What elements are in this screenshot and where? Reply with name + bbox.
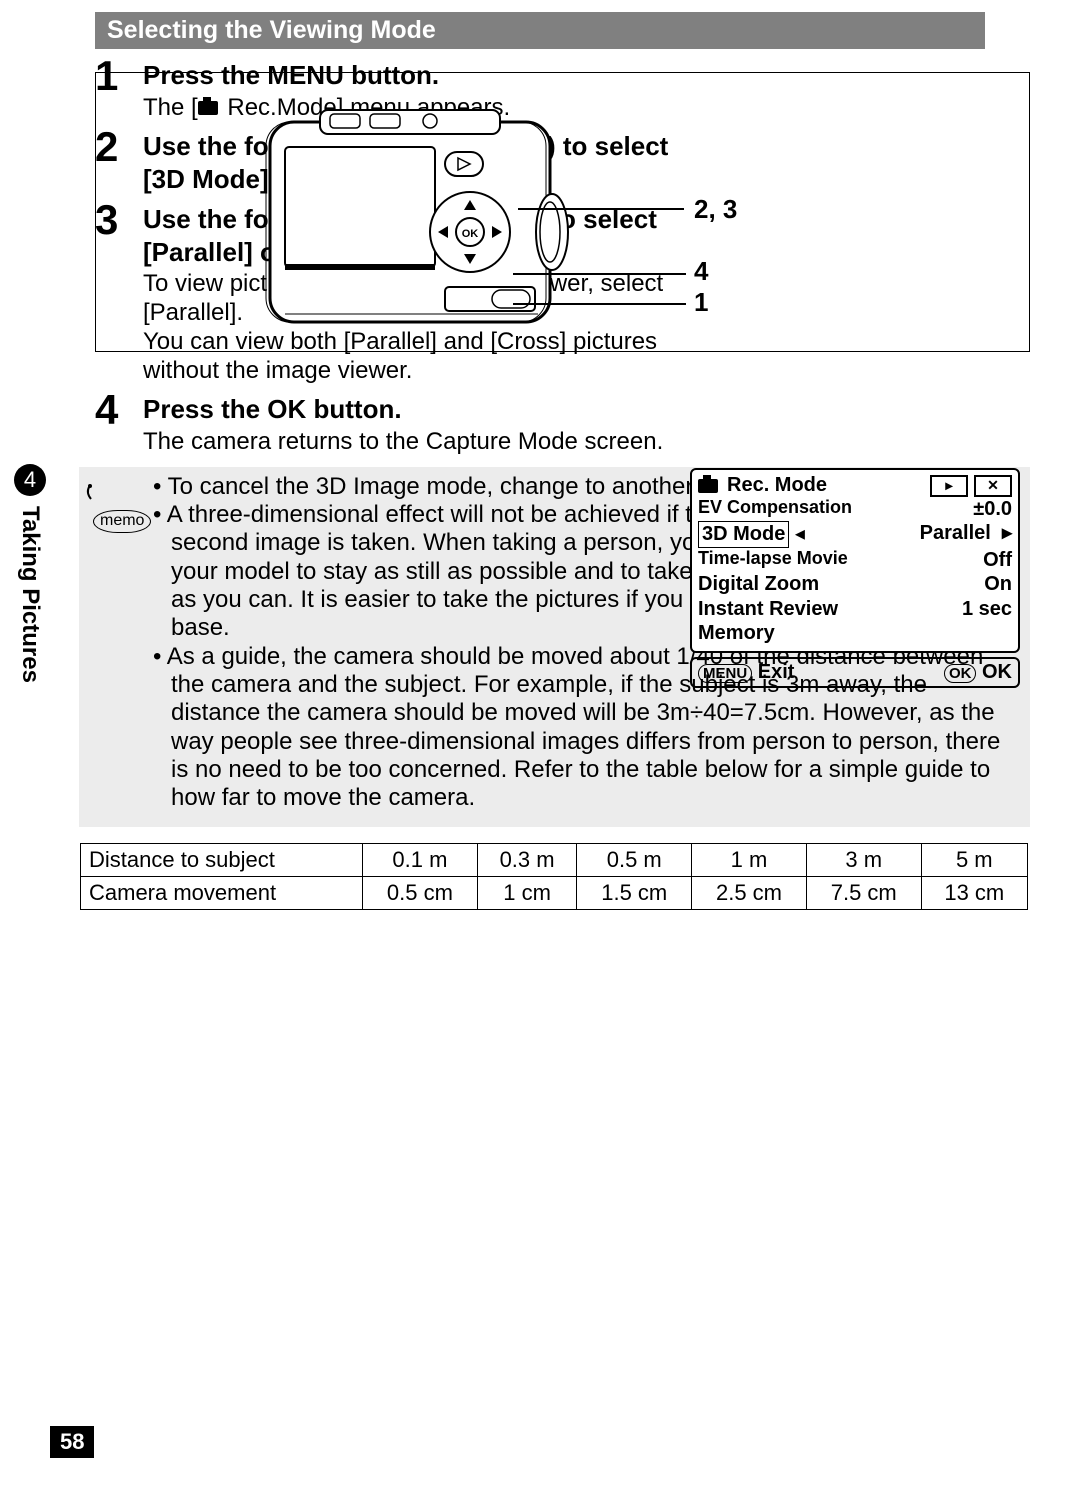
rec-row-digitalzoom: Digital Zoom On [698, 572, 1012, 596]
rec-label-highlight: 3D Mode [698, 521, 789, 547]
rec-value: Off [983, 548, 1012, 572]
camera-illustration: OK [120, 92, 670, 342]
camera-icon [198, 101, 218, 115]
table-cell: 7.5 cm [806, 876, 921, 909]
rec-label: Instant Review [698, 597, 838, 621]
rec-label: Memory [698, 621, 775, 645]
table-cell: 1 m [692, 843, 807, 876]
table-cell: 0.1 m [363, 843, 478, 876]
tool-tab-icon: ✕ [974, 475, 1012, 497]
table-cell: 5 m [921, 843, 1027, 876]
rec-row-3dmode: 3D Mode ◂ Parallel ▸ [698, 521, 1012, 547]
exit-label: Exit [758, 661, 795, 683]
table-row: Distance to subject 0.1 m 0.3 m 0.5 m 1 … [81, 843, 1028, 876]
table-cell: 0.3 m [477, 843, 577, 876]
rec-value: ±0.0 [973, 497, 1012, 521]
rec-row-instantreview: Instant Review 1 sec [698, 597, 1012, 621]
callout-1: 1 [694, 287, 708, 318]
svg-text:OK: OK [462, 228, 479, 240]
callout-4: 4 [694, 256, 708, 287]
rec-label: Digital Zoom [698, 572, 819, 596]
leader-line [518, 208, 684, 210]
menu-button-label: MENU [698, 664, 752, 683]
rec-title-row: Rec. Mode ▸ ✕ [698, 474, 1012, 497]
chapter-label: Taking Pictures [16, 506, 44, 683]
step-text: The camera returns to the Capture Mode s… [143, 428, 1030, 457]
step-number: 4 [95, 389, 143, 456]
rec-value: 1 sec [962, 597, 1012, 621]
table-cell: 0.5 m [577, 843, 692, 876]
ok-button-label: OK [944, 664, 977, 683]
rec-footer: MENU Exit OK OK [690, 657, 1020, 688]
rec-row-ev: EV Compensation ±0.0 [698, 497, 1012, 521]
rec-title: Rec. Mode [727, 474, 827, 497]
chapter-number: 4 [14, 464, 46, 496]
step-title: Press the OK button. [143, 393, 1030, 426]
distance-table: Distance to subject 0.1 m 0.3 m 0.5 m 1 … [80, 843, 1028, 910]
memo-badge: memo [93, 510, 151, 533]
table-cell: 13 cm [921, 876, 1027, 909]
chapter-tab: 4 Taking Pictures [0, 464, 60, 683]
rec-mode-panel: Rec. Mode ▸ ✕ EV Compensation ±0.0 3D Mo… [690, 468, 1020, 688]
play-tab-icon: ▸ [930, 475, 968, 497]
leader-line [513, 303, 686, 305]
ok-label: OK [982, 661, 1012, 683]
memo-icon: memo [83, 473, 153, 813]
rec-label: Time-lapse Movie [698, 548, 848, 572]
rec-value: On [984, 572, 1012, 596]
rec-row-timelapse: Time-lapse Movie Off [698, 548, 1012, 572]
table-cell: 1.5 cm [577, 876, 692, 909]
table-row-label: Distance to subject [81, 843, 363, 876]
table-row: Camera movement 0.5 cm 1 cm 1.5 cm 2.5 c… [81, 876, 1028, 909]
rec-value: Parallel [920, 522, 991, 544]
table-cell: 2.5 cm [692, 876, 807, 909]
page-number: 58 [50, 1426, 94, 1458]
section-header: Selecting the Viewing Mode [95, 12, 985, 49]
camera-icon [698, 479, 718, 493]
callout-2-3: 2, 3 [694, 194, 737, 225]
table-cell: 3 m [806, 843, 921, 876]
table-cell: 1 cm [477, 876, 577, 909]
table-row-label: Camera movement [81, 876, 363, 909]
step-4: 4 Press the OK button. The camera return… [95, 389, 1030, 456]
leader-line [513, 273, 686, 275]
rec-row-memory: Memory [698, 621, 1012, 645]
table-cell: 0.5 cm [363, 876, 478, 909]
rec-label: EV Compensation [698, 497, 852, 521]
